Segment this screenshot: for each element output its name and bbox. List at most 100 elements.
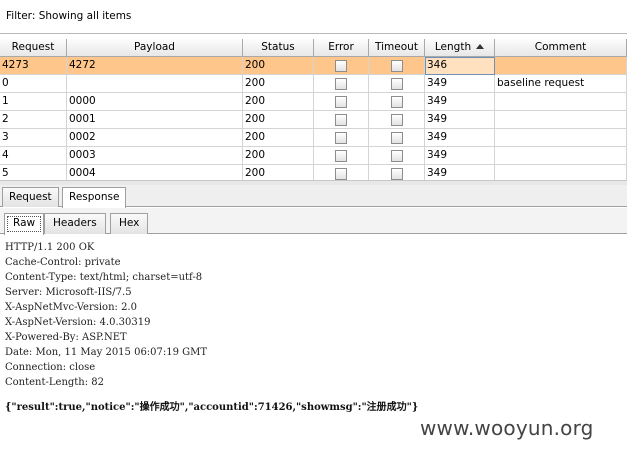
- tab-request[interactable]: Request: [2, 187, 59, 207]
- cell-length: 349: [425, 165, 495, 180]
- response-header-line: X-AspNet-Version: 4.0.30319: [5, 317, 151, 328]
- timeout-checkbox[interactable]: [390, 150, 403, 162]
- cell-error[interactable]: [314, 147, 369, 165]
- cell-error[interactable]: [314, 93, 369, 111]
- cell-request: 0: [0, 75, 67, 93]
- cell-request: 2: [0, 111, 67, 129]
- table-row[interactable]: 2 0001 200 349: [0, 111, 627, 129]
- table-row[interactable]: 4273 4272 200 346: [0, 57, 627, 75]
- cell-comment: [495, 57, 627, 75]
- cell-payload: 0000: [67, 93, 243, 111]
- tab-headers[interactable]: Headers: [44, 213, 106, 234]
- cell-status: 200: [243, 129, 314, 147]
- cell-timeout[interactable]: [369, 147, 425, 165]
- cell-length: 349: [425, 129, 495, 147]
- table-header: Request Payload Status Error Timeout Len…: [0, 39, 627, 57]
- cell-error[interactable]: [314, 129, 369, 147]
- cell-length: 349: [425, 75, 495, 93]
- column-header-timeout[interactable]: Timeout: [369, 39, 425, 57]
- column-header-error[interactable]: Error: [314, 39, 369, 57]
- cell-status: 200: [243, 111, 314, 129]
- column-header-length-label: Length: [434, 41, 472, 53]
- cell-status: 200: [243, 93, 314, 111]
- cell-comment: [495, 111, 627, 129]
- view-tabs: Raw Headers Hex: [0, 208, 627, 235]
- error-checkbox[interactable]: [335, 78, 347, 90]
- response-body: {"result":true,"notice":"操作成功","accounti…: [5, 402, 419, 413]
- cell-length: 346: [425, 57, 495, 75]
- column-header-status[interactable]: Status: [243, 39, 314, 57]
- error-checkbox[interactable]: [335, 60, 347, 72]
- column-header-request[interactable]: Request: [0, 39, 67, 57]
- cell-request: 3: [0, 129, 67, 147]
- results-table[interactable]: Request Payload Status Error Timeout Len…: [0, 39, 627, 180]
- message-tabs: Request Response: [0, 185, 627, 208]
- cell-timeout[interactable]: [369, 93, 425, 111]
- cell-request: 5: [0, 165, 67, 180]
- error-checkbox[interactable]: [335, 96, 347, 108]
- cell-payload: 0004: [67, 165, 243, 180]
- error-checkbox[interactable]: [335, 168, 347, 180]
- cell-error[interactable]: [314, 57, 369, 75]
- cell-timeout[interactable]: [369, 129, 425, 147]
- table-row[interactable]: 5 0004 200 349: [0, 165, 627, 180]
- cell-payload: 0002: [67, 129, 243, 147]
- tab-hex[interactable]: Hex: [110, 213, 149, 234]
- filter-label: Filter: Showing all items: [6, 10, 132, 22]
- table-row[interactable]: 0 200 349 baseline request: [0, 75, 627, 93]
- response-header-line: X-Powered-By: ASP.NET: [5, 332, 127, 343]
- column-header-comment[interactable]: Comment: [495, 39, 627, 57]
- cell-payload: 4272: [67, 57, 243, 75]
- timeout-checkbox[interactable]: [390, 132, 403, 144]
- filter-bar[interactable]: Filter: Showing all items: [0, 0, 627, 34]
- cell-error[interactable]: [314, 111, 369, 129]
- cell-payload: 0001: [67, 111, 243, 129]
- cell-length: 349: [425, 111, 495, 129]
- cell-request: 1: [0, 93, 67, 111]
- cell-comment: [495, 147, 627, 165]
- cell-comment: [495, 165, 627, 180]
- cell-error[interactable]: [314, 165, 369, 180]
- timeout-checkbox[interactable]: [390, 114, 403, 126]
- cell-comment: [495, 129, 627, 147]
- error-checkbox[interactable]: [335, 150, 347, 162]
- cell-request: 4273: [0, 57, 67, 75]
- cell-payload: 0003: [67, 147, 243, 165]
- cell-comment: [495, 93, 627, 111]
- response-header-line: Server: Microsoft-IIS/7.5: [5, 287, 132, 298]
- response-header-line: Connection: close: [5, 362, 96, 373]
- timeout-checkbox[interactable]: [390, 168, 403, 180]
- response-header-line: X-AspNetMvc-Version: 2.0: [5, 302, 137, 313]
- cell-status: 200: [243, 57, 314, 75]
- cell-status: 200: [243, 75, 314, 93]
- response-separator: [5, 390, 627, 400]
- tab-raw[interactable]: Raw: [4, 213, 45, 235]
- cell-request: 4: [0, 147, 67, 165]
- cell-timeout[interactable]: [369, 111, 425, 129]
- cell-status: 200: [243, 165, 314, 180]
- cell-length: 349: [425, 93, 495, 111]
- watermark-text: www.wooyun.org: [420, 416, 594, 440]
- table-row[interactable]: 4 0003 200 349: [0, 147, 627, 165]
- cell-length: 349: [425, 147, 495, 165]
- cell-timeout[interactable]: [369, 165, 425, 180]
- cell-status: 200: [243, 147, 314, 165]
- column-header-length[interactable]: Length: [425, 39, 495, 57]
- cell-timeout[interactable]: [369, 75, 425, 93]
- column-header-payload[interactable]: Payload: [67, 39, 243, 57]
- response-header-line: HTTP/1.1 200 OK: [5, 242, 95, 253]
- cell-payload: [67, 75, 243, 93]
- timeout-checkbox[interactable]: [390, 96, 403, 108]
- timeout-checkbox[interactable]: [390, 78, 403, 90]
- timeout-checkbox[interactable]: [390, 60, 403, 72]
- error-checkbox[interactable]: [335, 114, 347, 126]
- cell-comment: baseline request: [495, 75, 627, 93]
- cell-error[interactable]: [314, 75, 369, 93]
- sort-ascending-icon: [476, 44, 485, 49]
- table-row[interactable]: 1 0000 200 349: [0, 93, 627, 111]
- table-row[interactable]: 3 0002 200 349: [0, 129, 627, 147]
- error-checkbox[interactable]: [335, 132, 347, 144]
- response-header-line: Cache-Control: private: [5, 257, 121, 268]
- cell-timeout[interactable]: [369, 57, 425, 75]
- tab-response[interactable]: Response: [62, 187, 127, 208]
